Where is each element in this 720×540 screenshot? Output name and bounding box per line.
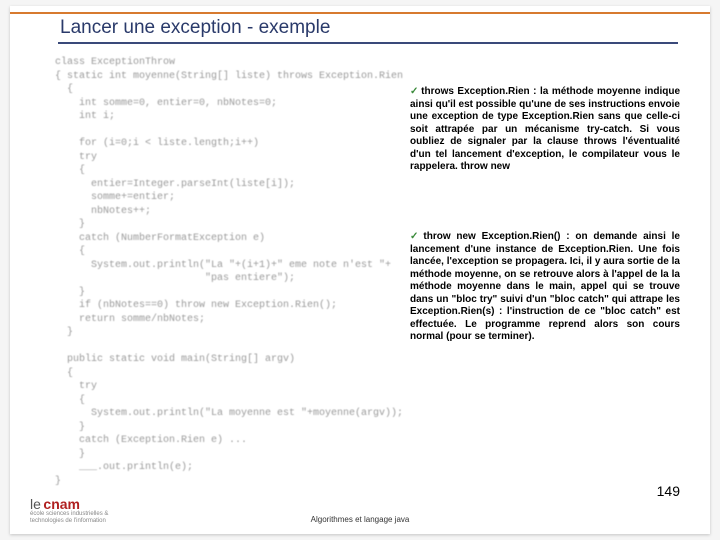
page-number: 149	[657, 483, 680, 499]
logo-sub1: école sciences industrielles &	[30, 511, 108, 517]
logo-sub2: technologies de l'information	[30, 518, 108, 524]
logo-le: le	[30, 496, 41, 512]
para1-lead: throws Exception.Rien	[421, 86, 530, 97]
check-icon: ✓	[410, 86, 419, 97]
orange-divider	[10, 12, 710, 14]
code-snippet: class ExceptionThrow { static int moyenn…	[55, 56, 405, 476]
slide-title: Lancer une exception - exemple	[60, 17, 330, 39]
para1-body: : la méthode moyenne indique ainsi qu'il…	[410, 86, 680, 172]
paragraph-throws: ✓throws Exception.Rien : la méthode moye…	[410, 86, 680, 174]
para2-body: : on demande ainsi le lancement d'une in…	[410, 231, 680, 342]
slide: Lancer une exception - exemple class Exc…	[10, 6, 710, 534]
para2-lead: throw new Exception.Rien()	[423, 231, 560, 242]
blue-divider	[58, 42, 678, 44]
logo-cnam: le cnam école sciences industrielles & t…	[30, 497, 108, 524]
footer-text: Algorithmes et langage java	[311, 515, 410, 524]
check-icon: ✓	[410, 231, 421, 242]
paragraph-throw-new: ✓throw new Exception.Rien() : on demande…	[410, 231, 680, 344]
logo-cnam-text: cnam	[43, 496, 80, 512]
